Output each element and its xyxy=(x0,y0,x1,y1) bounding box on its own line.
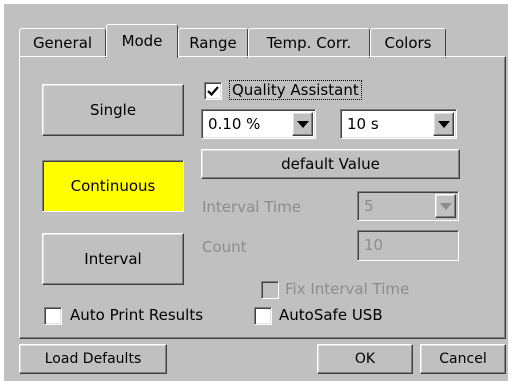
cancel-label: Cancel xyxy=(439,351,487,367)
single-button[interactable]: Single xyxy=(42,84,184,136)
tab-temp-corr[interactable]: Temp. Corr. xyxy=(248,28,370,58)
interval-time-select[interactable]: 5 xyxy=(357,191,459,221)
default-value-label: default Value xyxy=(281,155,380,173)
tab-mode[interactable]: Mode xyxy=(106,24,178,58)
quality-assistant-label[interactable]: Quality Assistant xyxy=(229,80,362,100)
cancel-button[interactable]: Cancel xyxy=(420,344,506,374)
auto-print-results-checkbox[interactable] xyxy=(44,307,62,325)
chevron-down-icon xyxy=(439,202,452,210)
tolerance-value: 0.10 % xyxy=(208,115,261,133)
continuous-button-label: Continuous xyxy=(70,177,156,195)
settings-dialog: General Mode Range Temp. Corr. Colors Si… xyxy=(4,4,508,381)
single-button-label: Single xyxy=(89,101,137,119)
time-dropdown-arrow[interactable] xyxy=(433,112,454,136)
tab-colors[interactable]: Colors xyxy=(370,28,446,58)
fix-interval-time-label: Fix Interval Time xyxy=(285,280,410,298)
default-value-button[interactable]: default Value xyxy=(201,149,460,179)
auto-print-results-label: Auto Print Results xyxy=(70,306,204,324)
interval-time-label: Interval Time xyxy=(202,198,301,216)
load-defaults-label: Load Defaults xyxy=(44,351,142,367)
time-select[interactable]: 10 s xyxy=(340,109,457,139)
load-defaults-button[interactable]: Load Defaults xyxy=(19,344,167,374)
chevron-down-icon xyxy=(437,120,450,128)
time-value: 10 s xyxy=(347,115,379,133)
interval-button-label: Interval xyxy=(84,250,142,268)
tab-range[interactable]: Range xyxy=(178,28,248,58)
tolerance-dropdown-arrow[interactable] xyxy=(292,112,313,136)
chevron-down-icon xyxy=(296,120,309,128)
autosafe-usb-checkbox[interactable] xyxy=(254,307,272,325)
interval-button[interactable]: Interval xyxy=(42,233,184,285)
ok-button[interactable]: OK xyxy=(317,344,413,374)
count-field[interactable]: 10 xyxy=(357,230,459,261)
continuous-button[interactable]: Continuous xyxy=(42,160,184,212)
ok-label: OK xyxy=(354,351,376,367)
check-icon xyxy=(207,86,219,97)
interval-time-value: 5 xyxy=(364,197,374,215)
tolerance-select[interactable]: 0.10 % xyxy=(201,109,316,139)
fix-interval-time-checkbox[interactable] xyxy=(261,281,279,299)
count-label: Count xyxy=(202,238,247,256)
mode-panel: Single Continuous Interval Quality Assis… xyxy=(19,56,506,339)
quality-assistant-checkbox[interactable] xyxy=(204,82,222,100)
interval-time-dropdown-arrow[interactable] xyxy=(435,194,456,218)
count-value: 10 xyxy=(364,236,384,254)
autosafe-usb-label: AutoSafe USB xyxy=(279,306,383,324)
tab-general[interactable]: General xyxy=(19,28,106,58)
